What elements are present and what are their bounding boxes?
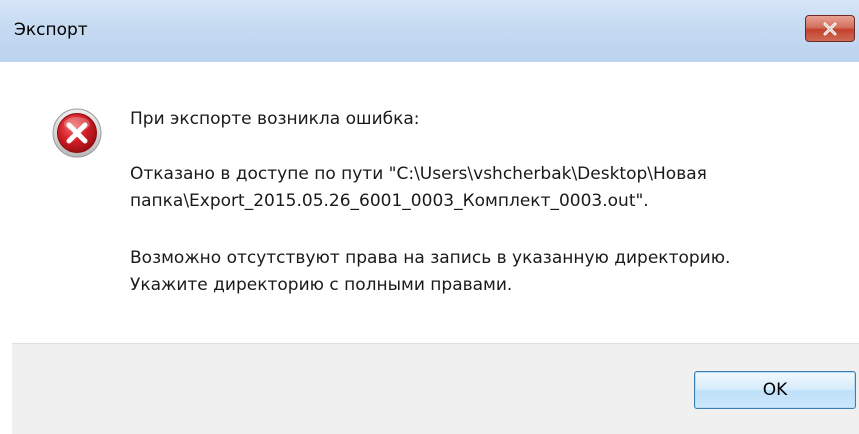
close-icon xyxy=(822,22,838,36)
error-hint-line-1: Возможно отсутствуют права на запись в у… xyxy=(130,248,731,268)
dialog-content: При экспорте возникла ошибка: Отказано в… xyxy=(12,62,859,343)
error-header: При экспорте возникла ошибка: xyxy=(130,109,420,129)
error-icon xyxy=(52,108,102,158)
close-button[interactable] xyxy=(805,15,855,42)
error-hint-line-2: Укажите директорию с полными правами. xyxy=(130,275,513,295)
button-bar: OK xyxy=(12,343,859,434)
title-bar[interactable]: Экспорт xyxy=(0,0,859,62)
error-dialog: Экспорт При экспорте возникла ошибка: От… xyxy=(0,0,859,434)
window-title: Экспорт xyxy=(14,20,88,40)
error-detail-line-1: Отказано в доступе по пути "C:\Users\vsh… xyxy=(130,164,707,184)
ok-button[interactable]: OK xyxy=(694,371,856,409)
error-detail-line-2: папка\Export_2015.05.26_6001_0003_Компле… xyxy=(130,191,649,211)
